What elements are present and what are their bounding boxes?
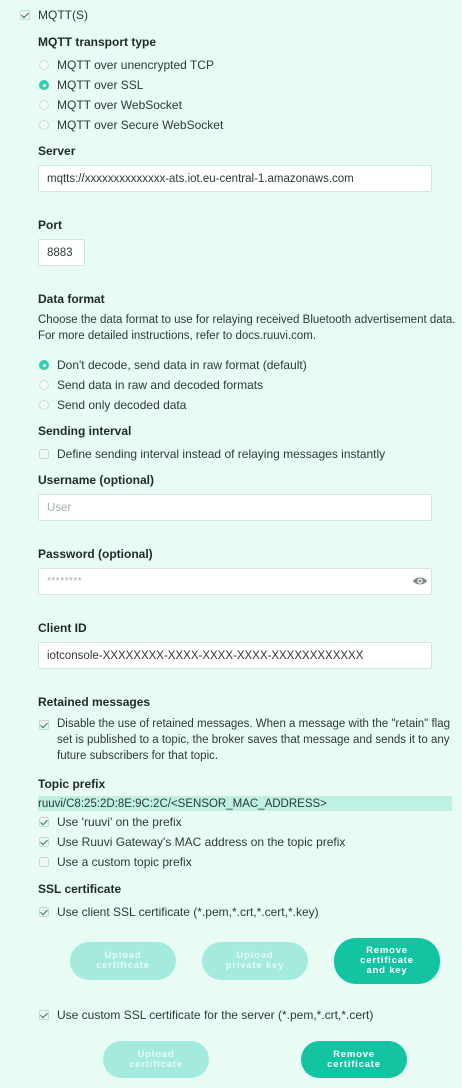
- upload-server-cert-button[interactable]: Upload certificate: [103, 1041, 209, 1078]
- radio-transport-ssl-label: MQTT over SSL: [57, 78, 144, 92]
- topic-prefix-heading: Topic prefix: [38, 777, 106, 791]
- client-cert-label: Use client SSL certificate (*.pem,*.crt,…: [57, 905, 319, 919]
- radio-format-raw-label: Don't decode, send data in raw format (d…: [57, 358, 307, 372]
- mqtt-label: MQTT(S): [38, 8, 88, 22]
- radio-transport-ssl[interactable]: [39, 80, 49, 90]
- eye-icon[interactable]: [412, 575, 428, 587]
- transport-heading: MQTT transport type: [38, 35, 157, 49]
- radio-format-decoded[interactable]: [39, 400, 49, 410]
- radio-transport-ws[interactable]: [39, 100, 49, 110]
- retained-label-2: set is published to a topic, the broker …: [57, 734, 450, 746]
- upload-client-cert-button[interactable]: Upload certificate: [70, 942, 176, 980]
- sending-interval-heading: Sending interval: [38, 424, 132, 438]
- radio-transport-wss-label: MQTT over Secure WebSocket: [57, 118, 224, 132]
- server-cert-checkbox[interactable]: [39, 1010, 49, 1020]
- client-cert-checkbox[interactable]: [39, 907, 49, 917]
- topic-custom-checkbox[interactable]: [39, 857, 49, 867]
- radio-format-raw[interactable]: [39, 360, 49, 370]
- server-cert-label: Use custom SSL certificate for the serve…: [57, 1008, 374, 1022]
- upload-private-key-button[interactable]: Upload private key: [202, 942, 308, 980]
- sending-interval-checkbox[interactable]: [39, 449, 49, 459]
- sending-interval-label: Define sending interval instead of relay…: [57, 447, 386, 461]
- retained-checkbox[interactable]: [39, 720, 49, 730]
- data-format-description-1: Choose the data format to use for relayi…: [38, 314, 456, 326]
- retained-label-3: future subscribers for that topic.: [57, 750, 219, 762]
- radio-format-both[interactable]: [39, 380, 49, 390]
- radio-format-decoded-label: Send only decoded data: [57, 398, 187, 412]
- password-value: ********: [47, 576, 83, 587]
- data-format-heading: Data format: [38, 292, 105, 306]
- topic-ruuvi-label: Use 'ruuvi' on the prefix: [57, 815, 182, 829]
- password-input[interactable]: ********: [38, 568, 432, 595]
- remove-cert-and-key-button[interactable]: Remove certificate and key: [334, 938, 440, 984]
- radio-transport-tcp-label: MQTT over unencrypted TCP: [57, 58, 214, 72]
- data-format-description-2: For more detailed instructions, refer to…: [38, 330, 317, 342]
- ssl-heading: SSL certificate: [38, 882, 122, 896]
- topic-prefix-value: ruuvi/C8:25:2D:8E:9C:2C/<SENSOR_MAC_ADDR…: [38, 796, 452, 811]
- port-heading: Port: [38, 218, 62, 232]
- client-id-heading: Client ID: [38, 621, 87, 635]
- retained-heading: Retained messages: [38, 695, 151, 709]
- radio-transport-wss[interactable]: [39, 120, 49, 130]
- topic-custom-label: Use a custom topic prefix: [57, 855, 192, 869]
- radio-transport-tcp[interactable]: [39, 60, 49, 70]
- topic-ruuvi-checkbox[interactable]: [39, 817, 49, 827]
- password-heading: Password (optional): [38, 547, 153, 561]
- client-id-input[interactable]: iotconsole-XXXXXXXX-XXXX-XXXX-XXXX-XXXXX…: [38, 642, 432, 669]
- server-heading: Server: [38, 144, 76, 158]
- topic-mac-label: Use Ruuvi Gateway's MAC address on the t…: [57, 835, 346, 849]
- retained-label-1: Disable the use of retained messages. Wh…: [57, 718, 450, 730]
- username-input[interactable]: User: [38, 494, 432, 521]
- mqtt-checkbox[interactable]: [20, 10, 30, 20]
- username-heading: Username (optional): [38, 473, 155, 487]
- radio-transport-ws-label: MQTT over WebSocket: [57, 98, 182, 112]
- port-input[interactable]: 8883: [38, 239, 85, 266]
- remove-server-cert-button[interactable]: Remove certificate: [301, 1041, 407, 1078]
- topic-mac-checkbox[interactable]: [39, 837, 49, 847]
- radio-format-both-label: Send data in raw and decoded formats: [57, 378, 264, 392]
- server-input[interactable]: mqtts://xxxxxxxxxxxxxx-ats.iot.eu-centra…: [38, 165, 432, 192]
